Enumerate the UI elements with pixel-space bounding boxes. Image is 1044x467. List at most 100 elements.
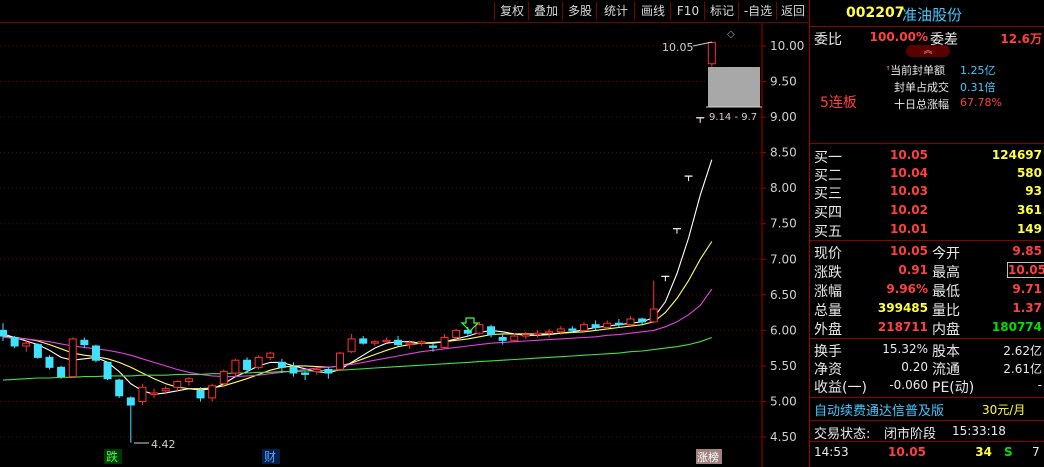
tick-price: 10.05 — [888, 445, 926, 459]
bid-price: 10.02 — [890, 203, 928, 217]
weibi-value: 100.00% — [869, 30, 928, 44]
candle — [591, 320, 600, 331]
toolbar-button-fuquan[interactable]: 复权 — [494, 2, 529, 20]
bid-volume: 124697 — [991, 148, 1042, 162]
candle — [103, 361, 112, 381]
now-value: 10.05 — [890, 244, 928, 258]
candle — [150, 388, 159, 398]
tag-die[interactable]: 跌 — [106, 449, 118, 464]
axis-tick-label: 8.00 — [770, 181, 797, 195]
streak-label: 5连板 — [820, 95, 857, 111]
candle — [417, 340, 426, 347]
candle — [57, 365, 66, 379]
candle — [359, 336, 368, 345]
axis-tick-label: 7.00 — [770, 252, 797, 266]
tag-cai[interactable]: 财 — [264, 450, 276, 464]
bid-label: 买二 — [814, 168, 842, 184]
tick-time: 14:53 — [814, 445, 849, 459]
candle — [33, 343, 42, 359]
ad-price[interactable]: 30元/月 — [982, 401, 1025, 418]
toolbar-button-fanhui[interactable]: 返回 — [776, 2, 809, 20]
candle — [614, 318, 623, 328]
candle — [173, 380, 182, 391]
kline-chart[interactable]: 9.14 - 9.7 10.05 ◇ 4.42 跌 财 涨榜 10.00 9.50… — [0, 23, 808, 467]
outer-label: 外盘 — [814, 322, 842, 338]
toolbar-button-duogu[interactable]: 多股 — [562, 2, 597, 20]
candle — [394, 336, 403, 347]
candle — [382, 337, 391, 344]
candle — [208, 383, 217, 402]
high-value: 10.05 — [1007, 262, 1044, 278]
bid-volume: 580 — [1016, 166, 1042, 180]
candle — [696, 117, 705, 123]
collapse-chevron-icon[interactable]: ︽ — [906, 45, 950, 57]
candle — [301, 371, 310, 381]
toolbar-button-f10[interactable]: F10 — [670, 2, 705, 20]
bid-price: 10.03 — [890, 184, 928, 198]
liangbi-value: 1.37 — [1012, 301, 1042, 315]
tag-zhangbang[interactable]: 涨榜 — [697, 450, 719, 464]
candle — [91, 344, 100, 363]
axis-tick-label: 10.00 — [770, 39, 804, 53]
candle — [231, 358, 240, 376]
candle — [115, 378, 124, 398]
candle — [649, 280, 658, 324]
stock-code: 002207 — [846, 5, 905, 21]
tick-side: S — [1004, 445, 1013, 459]
bid-label: 买三 — [814, 186, 842, 202]
ad-link[interactable]: 自动续费通达信普及版 — [814, 400, 944, 419]
chg-value: 0.91 — [898, 263, 928, 277]
candle — [603, 320, 612, 329]
volume-value: 399485 — [877, 301, 928, 315]
pe-label: PE(动) — [932, 380, 975, 396]
axis-tick-label: 5.50 — [770, 359, 797, 373]
capital-value: 2.62亿 — [1003, 344, 1042, 358]
candle — [277, 358, 286, 374]
bid-volume: 149 — [1016, 222, 1042, 236]
low-mark-label: 4.42 — [151, 438, 176, 451]
bid-label: 买一 — [814, 150, 842, 166]
candle — [370, 340, 379, 347]
chart-toolbar: 复权 叠加 多股 统计 画线 F10 标记 -自选 返回 — [0, 0, 808, 23]
toolbar-button-huaxian[interactable]: 画线 — [634, 2, 671, 20]
status-label: 交易状态: — [814, 427, 871, 442]
float-value: 2.61亿 — [1003, 362, 1042, 376]
toolbar-button-tongji[interactable]: 统计 — [596, 2, 635, 20]
bid-volume: 93 — [1025, 184, 1042, 198]
candle — [45, 355, 54, 370]
turnover-label: 换手 — [814, 344, 842, 360]
range-label: 9.14 - 9.7 — [709, 112, 757, 123]
pct-label: 涨幅 — [814, 284, 842, 300]
bid-price: 10.05 — [890, 148, 928, 162]
candle — [440, 333, 449, 349]
bid-volume: 361 — [1016, 203, 1042, 217]
candle — [324, 367, 333, 379]
candle — [68, 337, 77, 378]
candle — [80, 337, 89, 349]
axis-tick-label: 6.50 — [770, 288, 797, 302]
tick-count: 7 — [1032, 445, 1040, 459]
nav-label: 净资 — [814, 362, 842, 378]
outer-value: 218711 — [877, 320, 928, 334]
low-value: 9.71 — [1012, 282, 1042, 296]
toolbar-button-zixuan[interactable]: -自选 — [738, 2, 777, 20]
candle — [335, 351, 344, 371]
volume-label: 总量 — [814, 303, 842, 319]
candle — [521, 331, 530, 339]
bid-price: 10.04 — [890, 166, 928, 180]
price-axis: 10.00 9.50 9.00 8.50 8.00 7.50 7.00 6.50 6.00 5.5… — [762, 39, 804, 444]
axis-tick-label: 9.50 — [770, 75, 797, 89]
weibi-label: 委比 — [814, 32, 842, 48]
toolbar-button-diejia[interactable]: 叠加 — [528, 2, 563, 20]
nav-value: 0.20 — [901, 360, 928, 374]
axis-tick-label: 4.50 — [770, 430, 797, 444]
float-label: 流通 — [932, 362, 960, 378]
candle — [580, 321, 588, 332]
eps-value: -0.060 — [889, 378, 928, 392]
status-value: 闭市阶段 — [884, 427, 937, 442]
toolbar-button-biaoji[interactable]: 标记 — [704, 2, 739, 20]
seal-ratio-label: 封单占成交 — [894, 81, 949, 94]
candle — [289, 362, 298, 377]
candle — [126, 396, 135, 443]
axis-tick-label: 8.50 — [770, 146, 797, 160]
